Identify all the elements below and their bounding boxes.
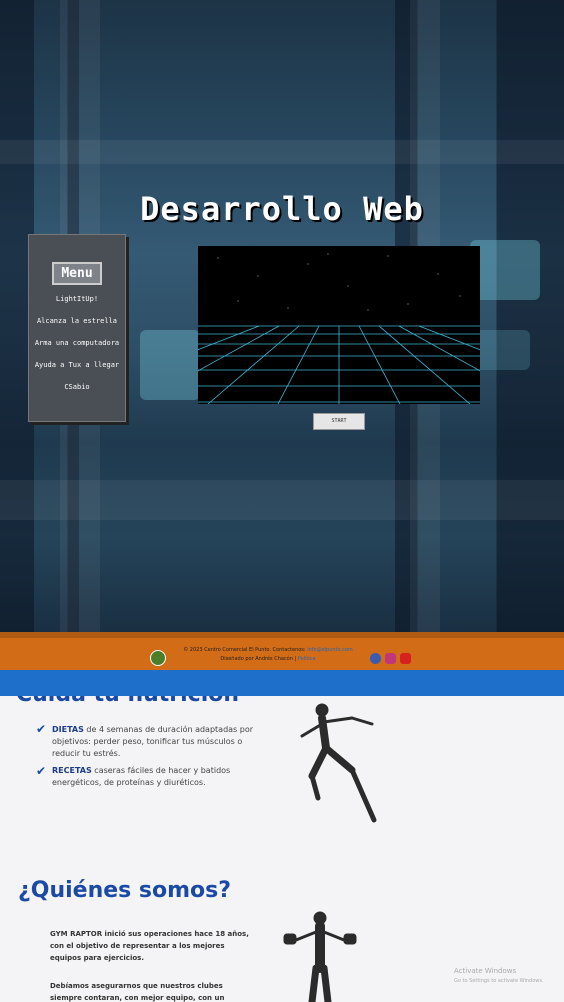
nutrition-heading: Cuida tu nutrición	[16, 696, 239, 707]
bg-monitor-glow	[140, 330, 200, 400]
runner-image	[300, 703, 377, 823]
check-icon: ✔	[36, 722, 47, 736]
footer-text: © 2023 Centro Comercial El Punto. Contac…	[168, 646, 368, 664]
menu-item-csabio[interactable]: CSabio	[31, 383, 123, 391]
footer-copyright: © 2023 Centro Comercial El Punto. Contac…	[183, 647, 306, 653]
bullet-dietas: DIETAS de 4 semanas de duración adaptada…	[52, 724, 272, 760]
logo-icon	[150, 650, 166, 666]
bullet-recetas: RECETAS caseras fáciles de hacer y batid…	[52, 765, 272, 789]
about-paragraph-1: GYM RAPTOR inició sus operaciones hace 1…	[50, 930, 249, 962]
watermark-line-2: Go to Settings to activate Windows.	[454, 978, 544, 984]
game-canvas[interactable]	[198, 246, 480, 404]
youtube-icon[interactable]	[400, 653, 411, 664]
bg-monitor-glow	[470, 240, 540, 300]
content-section: Cuida tu nutrición ✔ DIETAS de 4 semanas…	[0, 696, 564, 1002]
page-title: Desarrollo Web	[140, 190, 424, 228]
hero-section: Desarrollo Web Menu LightItUp! Alcanza l…	[0, 0, 564, 632]
grid-scene	[198, 253, 480, 404]
bullet-bold: DIETAS	[52, 725, 84, 734]
menu-item-arma-computadora[interactable]: Arma una computadora	[31, 339, 123, 347]
menu-item-alcanza-estrella[interactable]: Alcanza la estrella	[31, 317, 123, 325]
footer-designed-by: Diseñado por Andrés Chacón |	[220, 656, 297, 662]
activate-windows-watermark: Activate Windows Go to Settings to activ…	[454, 966, 544, 986]
facebook-icon[interactable]	[370, 653, 381, 664]
about-paragraph-2: Debíamos asegurarnos que nuestros clubes…	[50, 982, 225, 1002]
menu-item-lightitup[interactable]: LightItUp!	[31, 295, 123, 303]
start-button[interactable]: START	[313, 413, 365, 430]
bg-band	[0, 480, 564, 520]
menu-item-ayuda-tux[interactable]: Ayuda a Tux a llegar	[31, 361, 123, 369]
footer-policy-link[interactable]: Política	[298, 656, 316, 662]
side-menu: Menu LightItUp! Alcanza la estrella Arma…	[28, 234, 126, 422]
bg-band	[0, 140, 564, 164]
check-icon: ✔	[36, 764, 47, 778]
menu-title: Menu	[52, 262, 102, 285]
nav-bar	[0, 670, 564, 696]
bullet-bold: RECETAS	[52, 766, 92, 775]
about-heading: ¿Quiénes somos?	[18, 878, 232, 903]
instagram-icon[interactable]	[385, 653, 396, 664]
weightlifter-image	[283, 911, 357, 1002]
footer-email-link[interactable]: info@elpunto.com	[307, 647, 353, 653]
watermark-line-1: Activate Windows	[454, 967, 517, 975]
